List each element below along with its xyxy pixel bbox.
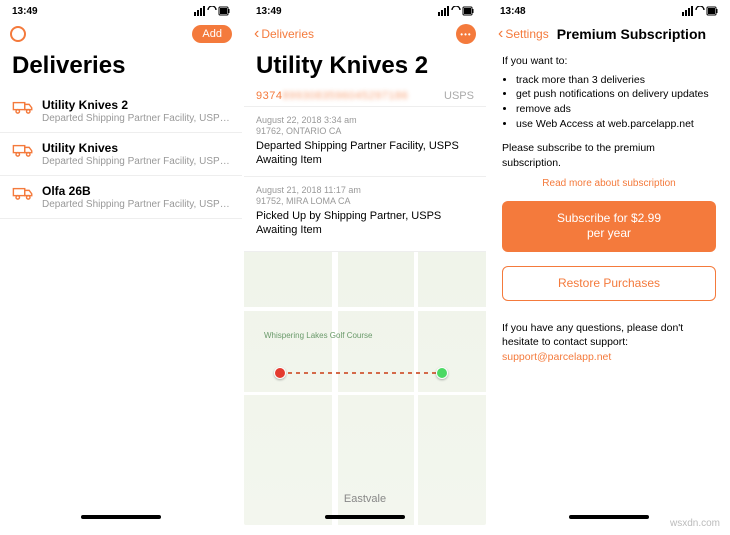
delivery-status: Departed Shipping Partner Facility, USPS…	[42, 156, 230, 167]
delivery-title: Utility Knives 2	[42, 98, 230, 112]
feature-item: track more than 3 deliveries	[516, 73, 716, 88]
status-indicators	[194, 6, 230, 16]
more-icon[interactable]: •••	[456, 24, 476, 44]
event-location: 91762, ONTARIO CA	[256, 126, 474, 136]
tracking-number[interactable]: 93748993083596045297186	[256, 90, 408, 102]
status-bar: 13:48	[488, 0, 730, 18]
feature-list: track more than 3 deliveries get push no…	[502, 73, 716, 132]
delivery-row[interactable]: Utility Knives 2 Departed Shipping Partn…	[0, 90, 242, 133]
add-button[interactable]: Add	[192, 25, 232, 43]
page-title: Deliveries	[0, 50, 242, 90]
home-indicator[interactable]	[569, 515, 649, 519]
route-line	[244, 252, 486, 525]
delivery-status: Departed Shipping Partner Facility, USPS…	[42, 113, 230, 124]
status-bar: 13:49	[244, 0, 486, 18]
status-bar: 13:49	[0, 0, 242, 18]
nav-row: ‹ Settings Premium Subscription	[488, 18, 730, 50]
delivery-title: Olfa 26B	[42, 184, 230, 198]
delivery-row[interactable]: Utility Knives Departed Shipping Partner…	[0, 133, 242, 176]
feature-item: use Web Access at web.parcelapp.net	[516, 117, 716, 132]
settings-icon[interactable]	[10, 26, 26, 42]
status-indicators	[438, 6, 474, 16]
status-time: 13:49	[12, 6, 38, 17]
delivery-status: Departed Shipping Partner Facility, USPS…	[42, 199, 230, 210]
status-time: 13:49	[256, 6, 282, 17]
deliveries-list-screen: 13:49 Add Deliveries Utility Knives 2 De…	[0, 0, 242, 525]
back-button[interactable]: ‹ Settings	[498, 26, 549, 42]
premium-body: If you want to: track more than 3 delive…	[488, 50, 730, 365]
support-email-link[interactable]: support@parcelapp.net	[502, 350, 716, 365]
home-indicator[interactable]	[325, 515, 405, 519]
home-indicator[interactable]	[81, 515, 161, 519]
page-title: Utility Knives 2	[244, 50, 486, 90]
tracking-event: August 21, 2018 11:17 am 91752, MIRA LOM…	[244, 176, 486, 246]
back-label: Deliveries	[261, 27, 314, 41]
please-text: Please subscribe to the premium subscrip…	[502, 141, 716, 170]
delivery-detail-screen: 13:49 ‹ Deliveries ••• Utility Knives 2 …	[244, 0, 486, 525]
read-more-link[interactable]: Read more about subscription	[502, 177, 716, 191]
watermark: wsxdn.com	[670, 518, 720, 529]
route-map[interactable]: Whispering Lakes Golf Course Eastvale	[244, 251, 486, 525]
contact-text: If you have any questions, please don't …	[502, 321, 716, 350]
back-button[interactable]: ‹ Deliveries	[254, 26, 314, 42]
status-time: 13:48	[500, 6, 526, 17]
event-description: Picked Up by Shipping Partner, USPS Awai…	[256, 209, 474, 238]
tracking-event: August 22, 2018 3:34 am 91762, ONTARIO C…	[244, 106, 486, 176]
chevron-left-icon: ‹	[498, 26, 503, 42]
chevron-left-icon: ‹	[254, 26, 259, 42]
event-timestamp: August 22, 2018 3:34 am	[256, 115, 474, 125]
event-description: Departed Shipping Partner Facility, USPS…	[256, 139, 474, 168]
event-timestamp: August 21, 2018 11:17 am	[256, 185, 474, 195]
feature-item: get push notifications on delivery updat…	[516, 87, 716, 102]
carrier-label: USPS	[444, 90, 474, 102]
intro-text: If you want to:	[502, 54, 716, 69]
truck-icon	[12, 100, 32, 114]
restore-purchases-button[interactable]: Restore Purchases	[502, 266, 716, 301]
status-indicators	[682, 6, 718, 16]
delivery-title: Utility Knives	[42, 141, 230, 155]
truck-icon	[12, 143, 32, 157]
map-city-label: Eastvale	[344, 493, 386, 505]
feature-item: remove ads	[516, 102, 716, 117]
back-label: Settings	[505, 27, 548, 41]
truck-icon	[12, 186, 32, 200]
event-location: 91752, MIRA LOMA CA	[256, 196, 474, 206]
subscribe-button[interactable]: Subscribe for $2.99 per year	[502, 201, 716, 252]
premium-subscription-screen: 13:48 ‹ Settings Premium Subscription If…	[488, 0, 730, 525]
nav-row: ‹ Deliveries •••	[244, 18, 486, 50]
tracking-row: 93748993083596045297186 USPS	[244, 90, 486, 106]
delivery-row[interactable]: Olfa 26B Departed Shipping Partner Facil…	[0, 176, 242, 219]
page-title: Premium Subscription	[549, 26, 720, 42]
nav-row: Add	[0, 18, 242, 50]
